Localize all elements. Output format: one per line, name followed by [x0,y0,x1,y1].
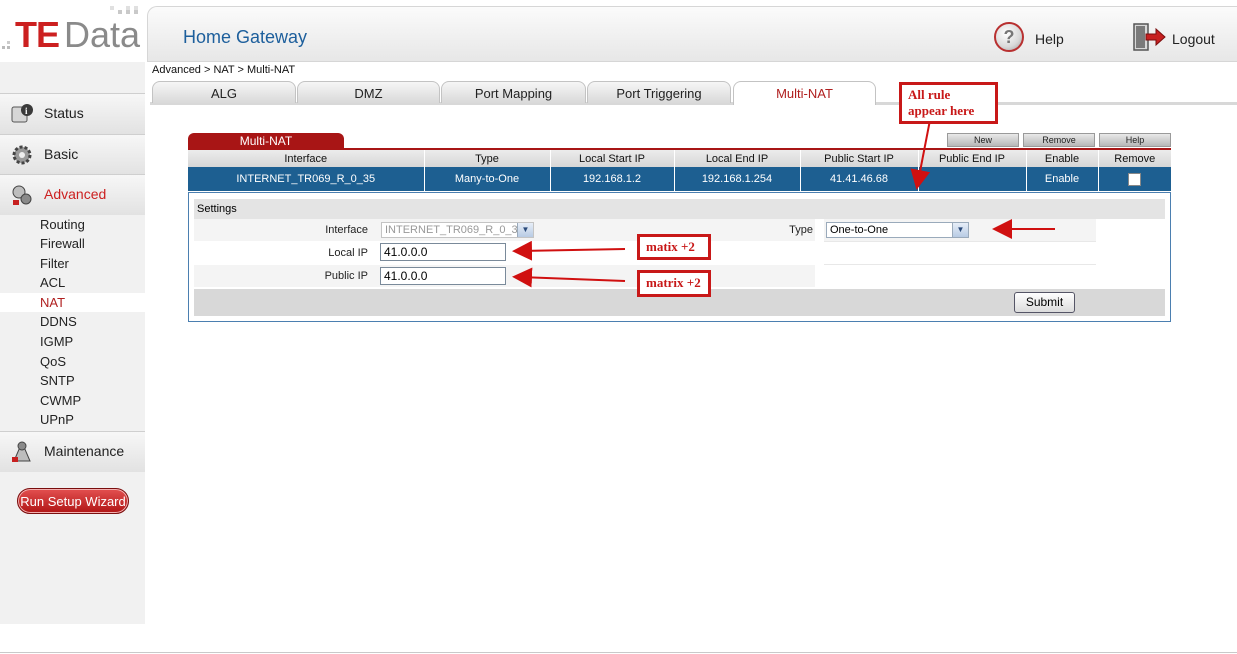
column-header: Public End IP [918,150,1027,167]
local-ip-input[interactable] [380,243,506,261]
sidebar-item-basic[interactable]: Basic [0,134,145,175]
gear-icon [12,145,32,165]
sidebar-label-maintenance: Maintenance [44,443,125,459]
multi-nat-table: Interface Type Local Start IP Local End … [188,150,1171,191]
logout-link[interactable]: Logout [1172,31,1215,47]
public-ip-label: Public IP [324,270,368,282]
logo-data: Data [64,14,141,55]
sidebar-item-maintenance[interactable]: Maintenance [0,431,145,472]
sidebar-item-acl[interactable]: ACL [0,273,145,292]
submit-button[interactable]: Submit [1014,292,1075,313]
advanced-icon [12,185,32,205]
help-button[interactable]: Help [1099,133,1171,147]
rules-annotation-line2: appear here [908,103,975,118]
remove-button[interactable]: Remove [1023,133,1095,147]
cell-local-start-ip: 192.168.1.2 [550,167,675,191]
type-select[interactable]: One-to-One ▼ [826,222,969,238]
column-header: Enable [1026,150,1099,167]
tab-port-triggering[interactable]: Port Triggering [587,81,731,103]
public-ip-annotation: matrix +2 [637,270,711,297]
tab-alg[interactable]: ALG [152,81,296,103]
sidebar-item-nat[interactable]: NAT [0,293,145,312]
maintenance-icon [12,441,31,462]
sidebar-item-advanced[interactable]: Advanced [0,174,145,215]
tab-dmz[interactable]: DMZ [297,81,440,103]
footer-divider [0,652,1237,653]
cell-remove [1098,167,1171,191]
interface-select[interactable]: INTERNET_TR069_R_0_35 ▼ [381,222,534,238]
run-setup-wizard-button[interactable]: Run Setup Wizard [17,488,129,514]
interface-label: Interface [325,224,368,236]
new-button[interactable]: New [947,133,1019,147]
page-title: Home Gateway [183,27,308,47]
sidebar-item-filter[interactable]: Filter [0,254,145,273]
type-label: Type [789,224,813,236]
column-header: Local Start IP [550,150,675,167]
cell-type: Many-to-One [424,167,551,191]
sidebar: i Status Basic Advanced Routing Firewall… [0,62,145,624]
cell-public-end-ip [918,167,1027,191]
panel-title: Multi-NAT [188,133,344,149]
cell-public-start-ip: 41.41.46.68 [800,167,919,191]
breadcrumb: Advanced > NAT > Multi-NAT [152,64,296,76]
interface-select-value: INTERNET_TR069_R_0_35 [385,224,524,236]
column-header: Interface [188,150,425,167]
tab-multi-nat[interactable]: Multi-NAT [733,81,876,105]
type-row-spacer [824,242,1096,265]
chevron-down-icon: ▼ [517,223,533,237]
rules-annotation: All rule appear here [899,82,998,124]
sidebar-item-upnp[interactable]: UPnP [0,410,145,429]
column-header: Remove [1098,150,1171,167]
cell-interface: INTERNET_TR069_R_0_35 [188,167,425,191]
sidebar-item-igmp[interactable]: IGMP [0,332,145,351]
sidebar-label-basic: Basic [44,146,79,162]
logout-icon[interactable] [1132,22,1166,52]
local-ip-label: Local IP [328,247,368,259]
sidebar-item-status[interactable]: i Status [0,93,145,134]
table-header-row: Interface Type Local Start IP Local End … [188,150,1171,167]
sidebar-item-cwmp[interactable]: CWMP [0,391,145,410]
tab-port-mapping[interactable]: Port Mapping [441,81,586,103]
tab-bar: ALG DMZ Port Mapping Port Triggering Mul… [150,81,1237,107]
rules-annotation-line1: All rule [908,87,951,102]
logo: TE Data [0,0,145,62]
column-header: Type [424,150,551,167]
logo-te: TE [15,14,60,55]
sidebar-item-qos[interactable]: QoS [0,352,145,371]
header-bar [147,6,1237,62]
help-link[interactable]: Help [1035,31,1064,47]
help-icon[interactable]: ? [994,22,1024,52]
sidebar-item-sntp[interactable]: SNTP [0,371,145,390]
column-header: Public Start IP [800,150,919,167]
sidebar-label-advanced: Advanced [44,186,107,202]
sidebar-item-firewall[interactable]: Firewall [0,234,145,253]
remove-checkbox[interactable] [1128,172,1142,186]
status-icon: i [11,104,33,123]
chevron-down-icon: ▼ [952,223,968,237]
sidebar-label-status: Status [44,105,84,121]
settings-title: Settings [197,203,237,215]
cell-enable: Enable [1026,167,1099,191]
local-ip-annotation: matix +2 [637,234,711,260]
sidebar-item-routing[interactable]: Routing [0,215,145,234]
public-ip-input[interactable] [380,267,506,285]
table-row[interactable]: INTERNET_TR069_R_0_35 Many-to-One 192.16… [188,167,1171,191]
settings-header: Settings [194,199,1165,219]
column-header: Local End IP [674,150,801,167]
cell-local-end-ip: 192.168.1.254 [674,167,801,191]
type-select-value: One-to-One [830,224,889,236]
sidebar-item-ddns[interactable]: DDNS [0,312,145,331]
